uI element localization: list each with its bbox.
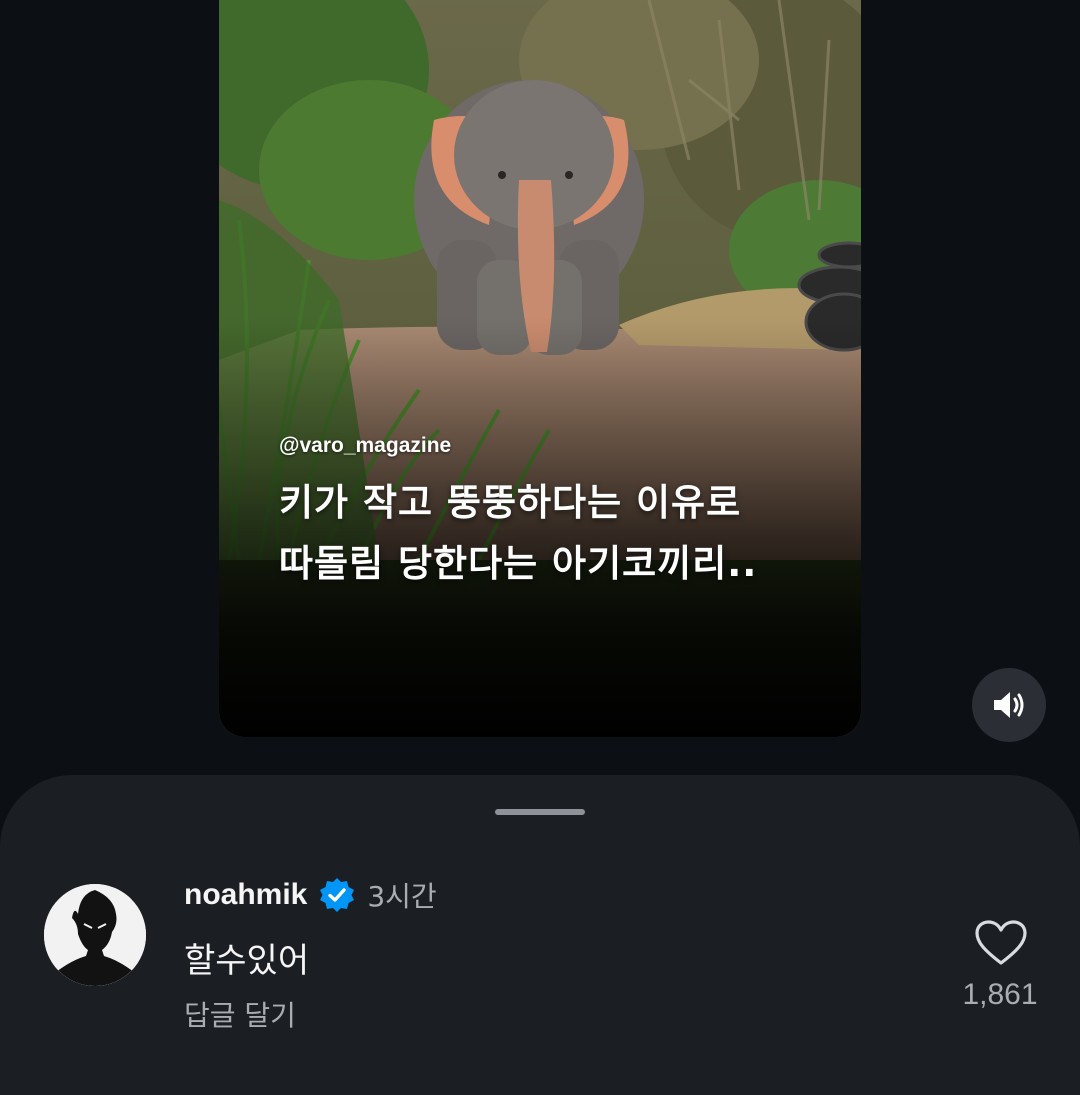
avatar-image <box>44 884 146 986</box>
video-source-handle: @varo_magazine <box>279 434 452 457</box>
comments-sheet: noahmik 3시간 할수있어 답글 달기 1,861 <box>0 775 1080 1095</box>
headline-line: 키가 작고 뚱뚱하다는 이유로 <box>279 481 742 524</box>
comment-header: noahmik 3시간 <box>184 875 437 915</box>
headline-line: 따돌림 당한다는 아기코끼리.. <box>279 542 758 585</box>
comment-username[interactable]: noahmik <box>184 878 307 912</box>
video-headline: 키가 작고 뚱뚱하다는 이유로 따돌림 당한다는 아기코끼리.. <box>279 472 859 594</box>
reply-button[interactable]: 답글 달기 <box>184 994 296 1034</box>
sound-toggle-button[interactable] <box>972 668 1046 742</box>
comment-text: 할수있어 <box>184 941 310 981</box>
heart-outline-icon <box>975 920 1027 965</box>
like-button[interactable] <box>974 919 1028 967</box>
avatar[interactable] <box>44 884 146 986</box>
sheet-drag-handle[interactable] <box>495 809 585 815</box>
speaker-volume-icon <box>994 692 1024 718</box>
video-player[interactable]: @varo_magazine 키가 작고 뚱뚱하다는 이유로 따돌림 당한다는 … <box>219 0 861 737</box>
verified-badge-icon <box>320 878 355 912</box>
comment-timestamp: 3시간 <box>367 880 437 913</box>
like-count: 1,861 <box>962 978 1038 1011</box>
